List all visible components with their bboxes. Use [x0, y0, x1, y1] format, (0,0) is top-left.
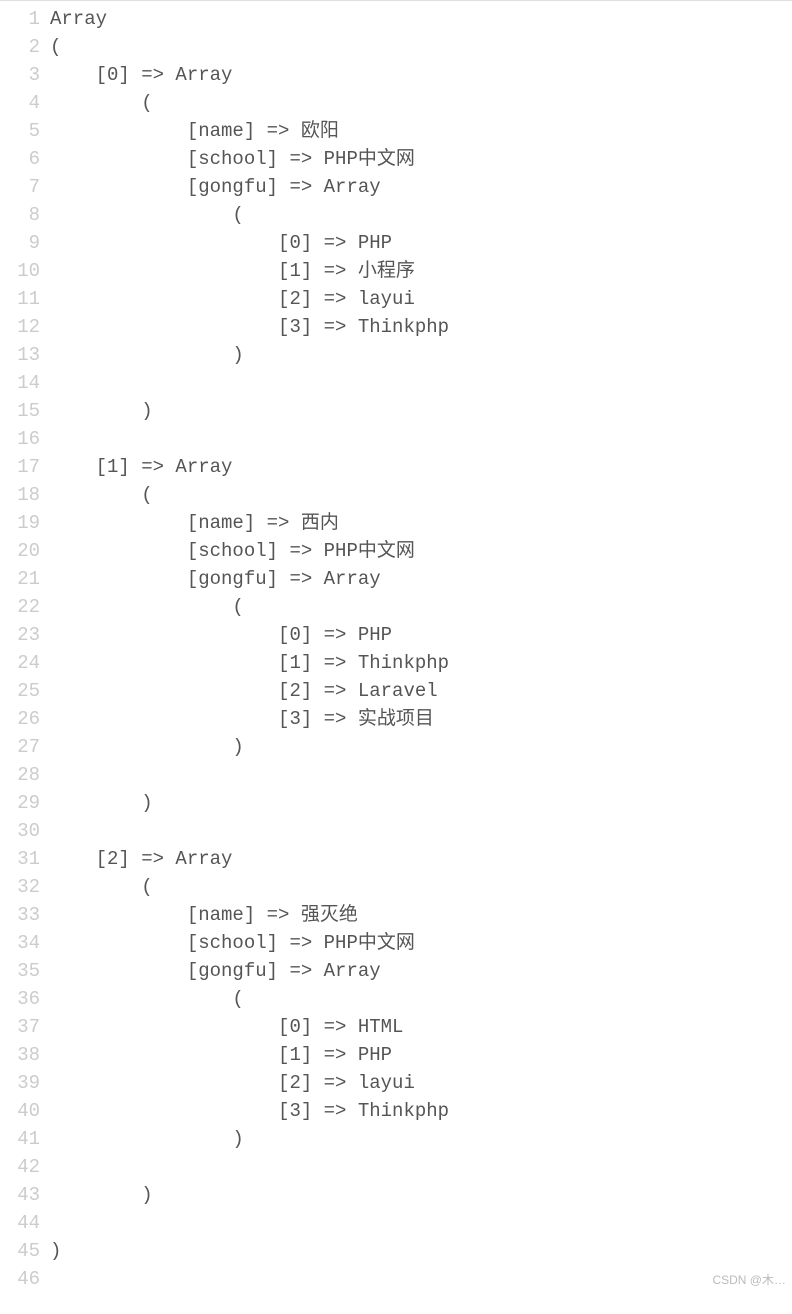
line-number: 10 — [0, 257, 40, 285]
line-number: 23 — [0, 621, 40, 649]
line-number: 28 — [0, 761, 40, 789]
code-line: ( — [50, 873, 449, 901]
line-number: 1 — [0, 5, 40, 33]
code-line: [2] => layui — [50, 285, 449, 313]
line-number: 41 — [0, 1125, 40, 1153]
code-line: [school] => PHP中文网 — [50, 145, 449, 173]
line-number: 4 — [0, 89, 40, 117]
line-number: 40 — [0, 1097, 40, 1125]
line-number: 13 — [0, 341, 40, 369]
code-line: [0] => PHP — [50, 621, 449, 649]
code-line: [0] => HTML — [50, 1013, 449, 1041]
code-line: [name] => 欧阳 — [50, 117, 449, 145]
line-number: 15 — [0, 397, 40, 425]
line-number: 30 — [0, 817, 40, 845]
code-line: [3] => Thinkphp — [50, 1097, 449, 1125]
code-line: [2] => Laravel — [50, 677, 449, 705]
line-number: 17 — [0, 453, 40, 481]
line-number: 24 — [0, 649, 40, 677]
code-line: ( — [50, 985, 449, 1013]
code-line: [gongfu] => Array — [50, 565, 449, 593]
line-number: 19 — [0, 509, 40, 537]
code-line: [school] => PHP中文网 — [50, 537, 449, 565]
line-number: 29 — [0, 789, 40, 817]
line-number: 2 — [0, 33, 40, 61]
line-number: 42 — [0, 1153, 40, 1181]
line-number-gutter: 1234567891011121314151617181920212223242… — [0, 5, 50, 1293]
line-number: 3 — [0, 61, 40, 89]
code-line: [2] => layui — [50, 1069, 449, 1097]
line-number: 22 — [0, 593, 40, 621]
code-line: ( — [50, 201, 449, 229]
code-line: [school] => PHP中文网 — [50, 929, 449, 957]
code-line — [50, 425, 449, 453]
code-line: ) — [50, 1237, 449, 1265]
code-line — [50, 817, 449, 845]
code-line: ) — [50, 341, 449, 369]
line-number: 8 — [0, 201, 40, 229]
code-line: [3] => Thinkphp — [50, 313, 449, 341]
line-number: 35 — [0, 957, 40, 985]
line-number: 34 — [0, 929, 40, 957]
code-line: ) — [50, 733, 449, 761]
code-line: [gongfu] => Array — [50, 173, 449, 201]
code-line: [0] => PHP — [50, 229, 449, 257]
line-number: 45 — [0, 1237, 40, 1265]
line-number: 26 — [0, 705, 40, 733]
code-line — [50, 1209, 449, 1237]
code-line: [1] => Array — [50, 453, 449, 481]
code-line: [3] => 实战项目 — [50, 705, 449, 733]
line-number: 39 — [0, 1069, 40, 1097]
line-number: 21 — [0, 565, 40, 593]
line-number: 38 — [0, 1041, 40, 1069]
code-line: ) — [50, 397, 449, 425]
line-number: 43 — [0, 1181, 40, 1209]
watermark: CSDN @木… — [712, 1273, 786, 1287]
line-number: 12 — [0, 313, 40, 341]
line-number: 44 — [0, 1209, 40, 1237]
line-number: 20 — [0, 537, 40, 565]
code-line: ( — [50, 33, 449, 61]
line-number: 27 — [0, 733, 40, 761]
code-line: ( — [50, 593, 449, 621]
code-line: [1] => Thinkphp — [50, 649, 449, 677]
line-number: 37 — [0, 1013, 40, 1041]
code-line: ) — [50, 1181, 449, 1209]
code-line: [name] => 强灭绝 — [50, 901, 449, 929]
line-number: 46 — [0, 1265, 40, 1293]
code-line — [50, 369, 449, 397]
code-line: [name] => 西内 — [50, 509, 449, 537]
code-line: ( — [50, 481, 449, 509]
code-line: ( — [50, 89, 449, 117]
line-number: 9 — [0, 229, 40, 257]
line-number: 11 — [0, 285, 40, 313]
line-number: 7 — [0, 173, 40, 201]
code-line: [0] => Array — [50, 61, 449, 89]
code-line: ) — [50, 789, 449, 817]
code-line — [50, 1265, 449, 1293]
code-line — [50, 761, 449, 789]
code-line: [1] => 小程序 — [50, 257, 449, 285]
line-number: 32 — [0, 873, 40, 901]
line-number: 25 — [0, 677, 40, 705]
code-block: 1234567891011121314151617181920212223242… — [0, 1, 792, 1293]
code-line: [1] => PHP — [50, 1041, 449, 1069]
line-number: 33 — [0, 901, 40, 929]
code-line: [gongfu] => Array — [50, 957, 449, 985]
code-content: Array( [0] => Array ( [name] => 欧阳 [scho… — [50, 5, 449, 1293]
line-number: 6 — [0, 145, 40, 173]
line-number: 5 — [0, 117, 40, 145]
code-line: [2] => Array — [50, 845, 449, 873]
code-line: ) — [50, 1125, 449, 1153]
line-number: 14 — [0, 369, 40, 397]
code-line — [50, 1153, 449, 1181]
code-line: Array — [50, 5, 449, 33]
line-number: 16 — [0, 425, 40, 453]
line-number: 31 — [0, 845, 40, 873]
line-number: 18 — [0, 481, 40, 509]
line-number: 36 — [0, 985, 40, 1013]
